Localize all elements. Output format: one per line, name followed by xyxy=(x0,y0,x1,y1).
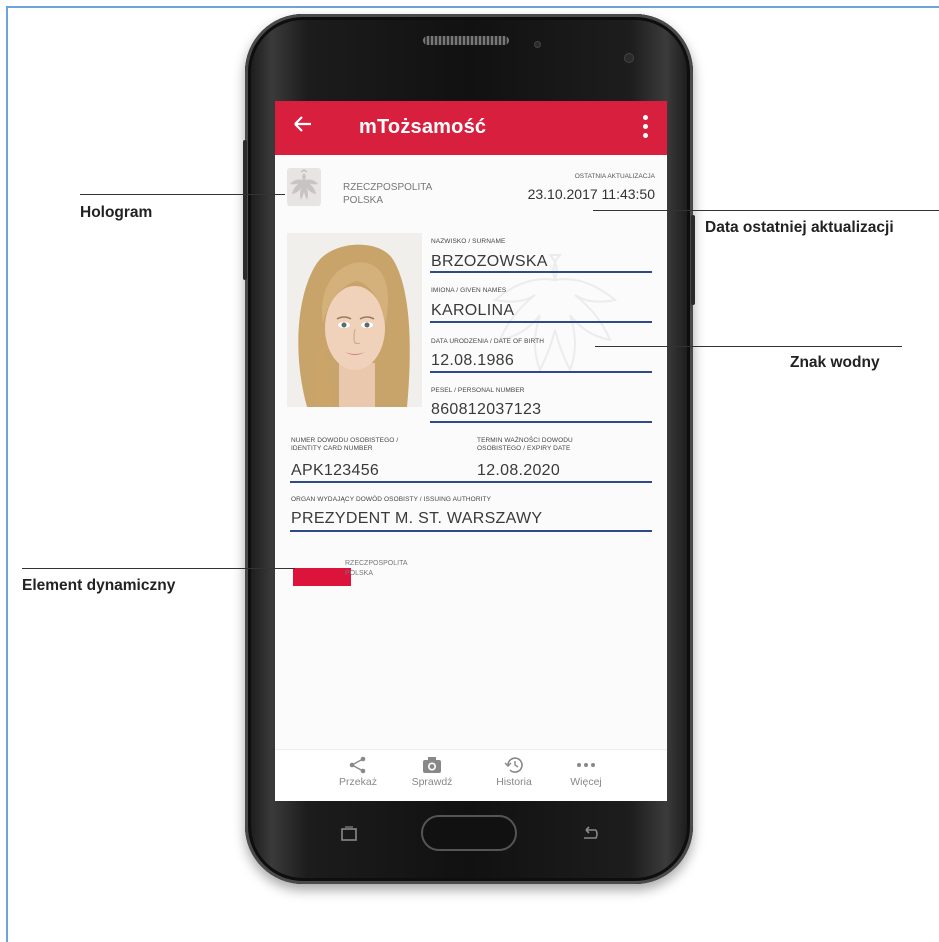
country-name: RZECZPOSPOLITA POLSKA xyxy=(343,182,433,206)
holder-photo xyxy=(287,233,422,407)
recent-apps-icon[interactable] xyxy=(340,826,358,847)
update-value: 23.10.2017 11:43:50 xyxy=(527,186,655,202)
update-pointer-line xyxy=(593,210,939,211)
back-arrow-icon[interactable] xyxy=(291,114,313,140)
pesel-underline xyxy=(430,421,652,423)
surname-underline xyxy=(430,271,652,273)
home-button[interactable] xyxy=(421,815,517,851)
eagle-icon xyxy=(290,169,318,200)
update-annotation: Data ostatniej aktualizacji xyxy=(705,219,894,236)
camera-icon xyxy=(397,754,467,776)
update-label: OSTATNIA AKTUALIZACJA xyxy=(574,173,655,180)
dob-label: DATA URODZENIA / DATE OF BIRTH xyxy=(431,338,545,345)
authority-label: ORGAN WYDAJĄCY DOWÓD OSOBISTY / ISSUING … xyxy=(291,496,492,503)
watermark-pointer-line xyxy=(595,346,902,347)
dynamic-annotation: Element dynamiczny xyxy=(22,577,176,594)
hologram-pointer-line xyxy=(80,194,285,195)
volume-button xyxy=(243,140,247,280)
dob-value: 12.08.1986 xyxy=(431,352,515,369)
watermark-annotation: Znak wodny xyxy=(790,354,880,371)
surname-label: NAZWISKO / SURNAME xyxy=(431,238,506,245)
share-icon xyxy=(323,754,393,776)
authority-underline xyxy=(290,530,652,532)
given-names-label: IMIONA / GIVEN NAMES xyxy=(431,287,507,294)
hologram-emblem xyxy=(287,168,321,206)
front-camera xyxy=(625,54,633,62)
dynamic-pointer-line xyxy=(22,568,295,569)
back-key-icon[interactable] xyxy=(580,826,600,847)
hologram-annotation: Hologram xyxy=(80,204,153,221)
nav-more[interactable]: Więcej xyxy=(551,754,621,788)
expiry-label: TERMIN WAŻNOŚCI DOWODU OSOBISTEGO / EXPI… xyxy=(477,437,573,452)
id-card: RZECZPOSPOLITA POLSKA OSTATNIA AKTUALIZA… xyxy=(275,155,667,749)
pesel-label: PESEL / PERSONAL NUMBER xyxy=(431,387,525,394)
nav-check[interactable]: Sprawdź xyxy=(397,754,467,788)
expiry-underline xyxy=(467,481,652,483)
earpiece-speaker xyxy=(423,36,509,45)
dynamic-flag-element xyxy=(293,568,351,586)
authority-value: PREZYDENT M. ST. WARSZAWY xyxy=(291,510,543,527)
id-number-underline xyxy=(290,481,468,483)
flag-country-text: RZECZPOSPOLITA POLSKA xyxy=(345,560,408,577)
app-bar: mTożsamość xyxy=(275,101,667,155)
overflow-menu-icon[interactable] xyxy=(643,115,649,142)
more-icon xyxy=(551,754,621,776)
surname-value: BRZOZOWSKA xyxy=(431,253,548,270)
given-names-value: KAROLINA xyxy=(431,302,515,319)
id-number-label: NUMER DOWODU OSOBISTEGO / IDENTITY CARD … xyxy=(291,437,399,452)
id-number-value: APK123456 xyxy=(291,462,380,479)
app-title: mTożsamość xyxy=(359,116,487,138)
expiry-value: 12.08.2020 xyxy=(477,462,561,479)
dob-underline xyxy=(430,371,652,373)
phone-screen: mTożsamość RZECZPOSPOLITA POLSKA OSTATNI… xyxy=(275,101,667,801)
nav-history[interactable]: Historia xyxy=(479,754,549,788)
proximity-sensor xyxy=(535,42,540,47)
history-icon xyxy=(479,754,549,776)
nav-share[interactable]: Przekaż xyxy=(323,754,393,788)
pesel-value: 860812037123 xyxy=(431,401,542,418)
bottom-navigation: Przekaż Sprawdź Historia Więcej xyxy=(275,749,667,801)
given-names-underline xyxy=(430,321,652,323)
power-button xyxy=(691,215,695,305)
